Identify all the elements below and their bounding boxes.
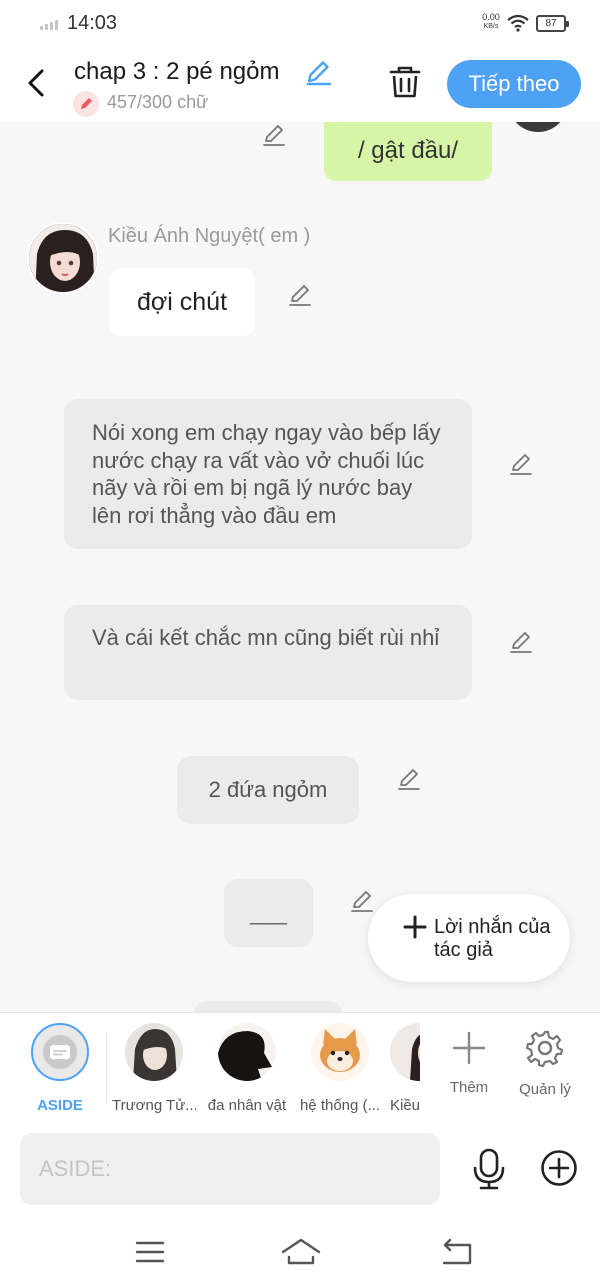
character-item[interactable]: đa nhân vật — [205, 1023, 289, 1114]
word-count: 457/300 chữ — [107, 92, 209, 112]
edit-message-icon[interactable] — [396, 766, 422, 792]
network-speed-unit: KB/s — [483, 23, 499, 30]
back-arrow-icon[interactable] — [22, 66, 52, 100]
narration-bubble[interactable]: 2 đứa ngỏm — [177, 756, 359, 824]
status-time: 14:03 — [67, 12, 118, 34]
character-aside[interactable]: ASIDE — [30, 1023, 90, 1114]
narration-bubble[interactable]: ___ — [224, 879, 313, 947]
character-name: Kiều... — [390, 1097, 420, 1114]
character-avatar — [218, 1023, 276, 1081]
battery-icon: 87 — [536, 15, 569, 32]
network-speed: 0.00 KB/s — [478, 13, 504, 31]
character-name: đa nhân vật — [207, 1097, 287, 1114]
character-selector: ASIDE Trương Tử... đa nhân vật hệ thống … — [0, 1012, 600, 1122]
edit-message-icon[interactable] — [349, 888, 375, 914]
edit-message-icon[interactable] — [508, 629, 534, 655]
character-name: ASIDE — [37, 1097, 83, 1114]
narration-bubble[interactable]: Và cái kết chắc mn cũng biết rùi nhỉ — [64, 605, 472, 700]
signal-icon — [40, 18, 62, 30]
narration-icon — [43, 1035, 77, 1069]
chapter-title: chap 3 : 2 pé ngỏm — [74, 58, 280, 85]
aside-avatar — [31, 1023, 89, 1081]
character-item[interactable]: Trương Tử... — [112, 1023, 196, 1114]
character-avatar — [125, 1023, 183, 1081]
character-avatar — [311, 1023, 369, 1081]
author-note-button[interactable]: Lời nhắn của tác giả — [368, 894, 570, 982]
divider — [106, 1033, 107, 1103]
character-avatar — [390, 1023, 420, 1081]
microphone-icon[interactable] — [472, 1148, 506, 1190]
action-bubble[interactable]: / gật đầu/ — [324, 122, 492, 181]
wifi-icon — [507, 14, 529, 32]
add-character-button[interactable]: Thêm — [434, 1027, 504, 1096]
add-circle-icon[interactable] — [540, 1149, 578, 1187]
trash-icon[interactable] — [388, 64, 422, 100]
author-note-label: Lời nhắn của tác giả — [434, 916, 551, 961]
input-bar — [0, 1122, 600, 1217]
edit-message-icon[interactable] — [287, 282, 313, 308]
manage-characters-button[interactable]: Quản lý — [510, 1027, 580, 1098]
sender-name: Kiều Ánh Nguyệt( em ) — [108, 225, 311, 247]
narration-bubble-partial[interactable] — [193, 1001, 343, 1012]
system-nav-bar — [0, 1217, 600, 1287]
add-label: Thêm — [449, 1079, 489, 1096]
character-avatar[interactable] — [27, 222, 99, 294]
story-chat-area[interactable]: / gật đầu/ Kiều Ánh Nguyệt( em ) đợi chú… — [0, 122, 600, 1012]
editor-header: chap 3 : 2 pé ngỏm 457/300 chữ Tiếp theo — [0, 46, 600, 122]
character-name: hệ thống (... — [299, 1097, 381, 1114]
plus-icon — [403, 915, 427, 939]
message-input[interactable] — [20, 1133, 440, 1205]
network-speed-value: 0.00 — [482, 12, 500, 22]
character-message-bubble[interactable]: đợi chút — [109, 268, 255, 336]
status-bar: 14:03 0.00 KB/s 87 — [0, 0, 600, 46]
character-name: Trương Tử... — [112, 1097, 196, 1114]
word-count-pencil-icon — [73, 91, 99, 117]
home-icon[interactable] — [280, 1235, 322, 1267]
next-button[interactable]: Tiếp theo — [447, 60, 581, 108]
back-nav-icon[interactable] — [440, 1237, 474, 1267]
manage-label: Quản lý — [519, 1081, 571, 1098]
edit-message-icon[interactable] — [261, 122, 287, 148]
character-item[interactable]: Kiều... — [390, 1023, 420, 1114]
plus-icon — [452, 1031, 486, 1065]
narration-bubble[interactable]: Nói xong em chạy ngay vào bếp lấy nước c… — [64, 399, 472, 549]
character-item[interactable]: hệ thống (... — [298, 1023, 382, 1114]
edit-title-icon[interactable] — [304, 58, 332, 86]
character-avatar — [508, 122, 568, 132]
menu-icon[interactable] — [134, 1239, 166, 1265]
edit-message-icon[interactable] — [508, 451, 534, 477]
gear-icon — [526, 1030, 564, 1067]
